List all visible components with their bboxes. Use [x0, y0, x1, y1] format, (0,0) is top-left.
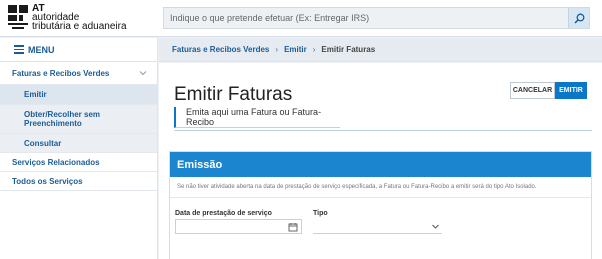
at-logo[interactable]: AT autoridade tributária e aduaneira: [8, 4, 127, 32]
sidebar-item-todos-servicos[interactable]: Todos os Serviços: [0, 172, 157, 191]
sidebar-item-label: Todos os Serviços: [12, 176, 83, 186]
calendar-icon[interactable]: [288, 222, 298, 232]
cancel-button[interactable]: CANCELAR: [510, 82, 555, 99]
tipo-select[interactable]: [313, 219, 442, 234]
panel-note: Se não tiver atividade aberta na data de…: [170, 177, 591, 198]
menu-toggle[interactable]: MENU: [0, 38, 157, 62]
page-subtitle-text: Emita aqui uma Fatura ou Fatura-Recibo: [186, 107, 322, 127]
breadcrumb-item[interactable]: Faturas e Recibos Verdes: [172, 45, 269, 54]
page-subtitle: Emita aqui uma Fatura ou Fatura-Recibo: [174, 107, 340, 128]
sidebar-item-label: Faturas e Recibos Verdes: [12, 68, 110, 78]
at-emblem-icon: [8, 5, 28, 30]
sidebar-item-servicos-relacionados[interactable]: Serviços Relacionados: [0, 153, 157, 172]
chevron-down-icon: [432, 224, 439, 229]
sidebar-item-obter-recolher[interactable]: Obter/Recolher sem Preenchimento: [0, 105, 157, 134]
search-bar: [163, 7, 590, 29]
sidebar-item-consultar[interactable]: Consultar: [0, 134, 157, 153]
menu-label: MENU: [28, 44, 55, 55]
hamburger-icon: [14, 45, 24, 54]
panel-heading: Emissão: [170, 152, 591, 177]
sidebar-item-emitir[interactable]: Emitir: [0, 85, 157, 105]
sidebar: MENU Faturas e Recibos Verdes Emitir Obt…: [0, 38, 158, 259]
chevron-right-icon: ›: [275, 45, 279, 54]
tipo-field-label: Tipo: [313, 210, 328, 217]
sidebar-item-label: Obter/Recolher sem Preenchimento: [24, 110, 101, 128]
search-input[interactable]: [164, 8, 568, 28]
search-button[interactable]: [568, 8, 589, 28]
logo-line-tributaria: tributária e aduaneira: [32, 21, 127, 32]
sidebar-item-label: Serviços Relacionados: [12, 157, 100, 167]
sidebar-item-faturas-recibos-verdes[interactable]: Faturas e Recibos Verdes: [0, 62, 157, 85]
date-field[interactable]: [175, 219, 302, 234]
title-divider: [174, 130, 592, 131]
breadcrumb-current: Emitir Faturas: [321, 45, 376, 54]
chevron-right-icon: ›: [312, 45, 316, 54]
emissao-panel: Emissão Se não tiver atividade aberta na…: [169, 151, 592, 259]
search-icon: [573, 13, 584, 24]
top-header: AT autoridade tributária e aduaneira: [0, 0, 602, 37]
breadcrumb-item[interactable]: Emitir: [284, 45, 307, 54]
emit-button[interactable]: EMITIR: [555, 82, 587, 99]
sidebar-item-label: Consultar: [24, 138, 62, 148]
sidebar-item-label: Emitir: [24, 90, 47, 99]
page-title: Emitir Faturas: [174, 84, 293, 105]
date-field-label: Data de prestação de serviço: [175, 210, 272, 217]
breadcrumb: Faturas e Recibos Verdes › Emitir › Emit…: [159, 38, 602, 62]
main-content: Emitir Faturas CANCELAR EMITIR Emita aqu…: [159, 63, 602, 259]
chevron-down-icon: [139, 71, 147, 76]
